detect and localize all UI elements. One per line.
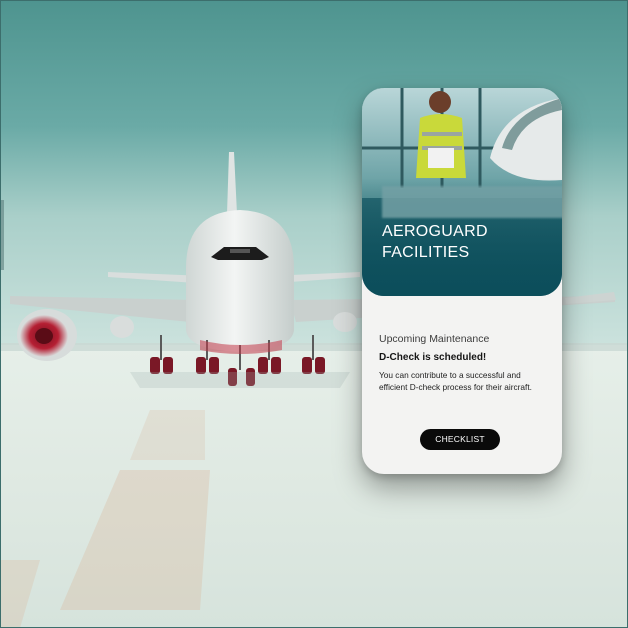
card-title-line1: AEROGUARD <box>382 223 488 240</box>
card-hero-image: AEROGUARD FACILITIES <box>362 88 562 296</box>
checklist-button[interactable]: CHECKLIST <box>420 429 500 450</box>
section-label: Upcoming Maintenance <box>379 333 490 345</box>
card-title-line2: FACILITIES <box>382 244 470 261</box>
card-title: AEROGUARD FACILITIES <box>382 221 552 263</box>
blurred-region <box>382 186 562 218</box>
maintenance-headline: D-Check is scheduled! <box>379 352 487 363</box>
maintenance-card: AEROGUARD FACILITIES Upcoming Maintenanc… <box>362 88 562 474</box>
maintenance-description: You can contribute to a successful and e… <box>379 370 532 392</box>
